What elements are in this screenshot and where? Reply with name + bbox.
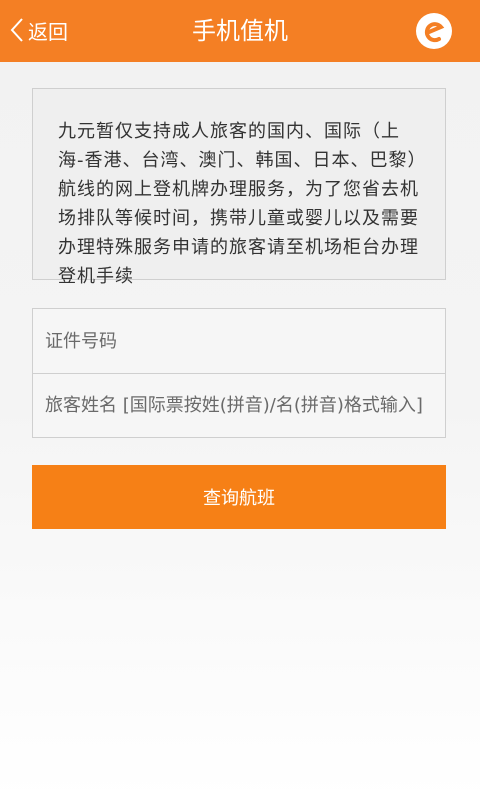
passenger-name-field (33, 373, 445, 437)
notice-text: 九元暂仅支持成人旅客的国内、国际（上海-香港、台湾、澳门、韩国、日本、巴黎）航线… (58, 121, 419, 287)
search-flight-button[interactable]: 查询航班 (32, 465, 446, 529)
checkin-form (32, 308, 446, 438)
id-number-input[interactable] (45, 330, 445, 352)
page-title: 手机值机 (192, 17, 288, 45)
back-button[interactable]: 返回 (10, 14, 68, 46)
back-label: 返回 (28, 19, 68, 44)
id-number-field (33, 309, 445, 373)
passenger-name-input[interactable] (45, 395, 445, 416)
brand-logo-icon (416, 13, 452, 49)
header-bar: 返回 手机值机 (0, 0, 480, 62)
notice-box: 九元暂仅支持成人旅客的国内、国际（上海-香港、台湾、澳门、韩国、日本、巴黎）航线… (32, 88, 446, 287)
chevron-left-icon (10, 18, 23, 42)
